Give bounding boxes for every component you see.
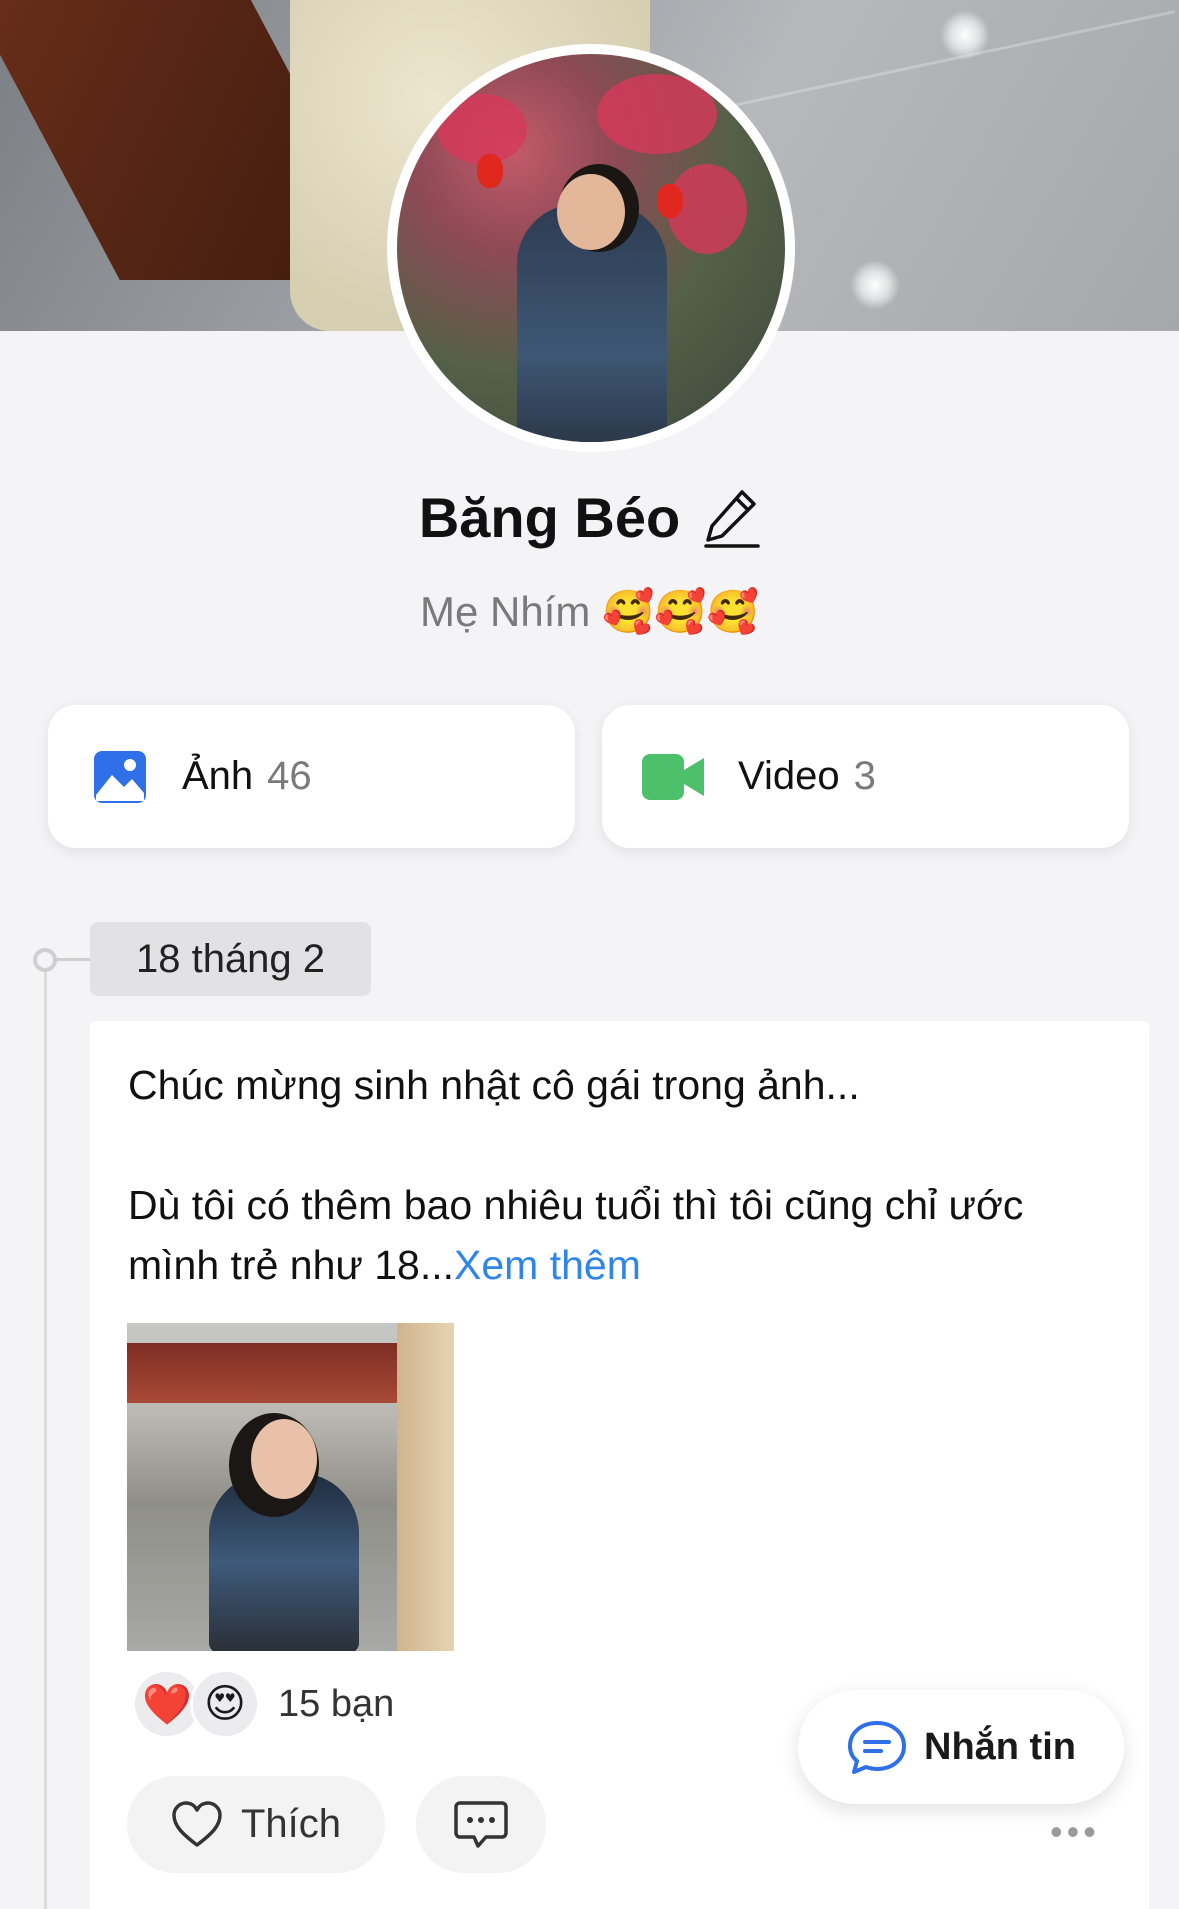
- timeline-date: 18 tháng 2: [90, 922, 371, 996]
- cover-light-reflection: [850, 260, 900, 310]
- post-text-gap: [128, 1115, 1128, 1175]
- post-text-line: Chúc mừng sinh nhật cô gái trong ảnh...: [128, 1062, 860, 1108]
- timeline-connector: [57, 958, 91, 961]
- see-more-link[interactable]: Xem thêm: [454, 1242, 641, 1288]
- post-image-person-head: [251, 1419, 317, 1499]
- like-label: Thích: [240, 1802, 342, 1846]
- reactions-summary[interactable]: ❤️ 😍 15 bạn: [132, 1669, 394, 1739]
- post-text-line: Dù tôi có thêm bao nhiêu tuổi thì tôi cũ…: [128, 1182, 1024, 1228]
- post-image-person: [209, 1473, 359, 1651]
- chat-bubble-icon: [848, 1721, 906, 1774]
- videos-count: 3: [853, 754, 876, 798]
- wall-decoration: [397, 1323, 454, 1651]
- post-text-line: mình trẻ như 18...Xem thêm: [128, 1235, 1128, 1295]
- timeline-line: [44, 972, 47, 1909]
- reaction-count: 15 bạn: [278, 1682, 395, 1725]
- lantern-decoration: [657, 184, 683, 218]
- temple-roof-decoration: [127, 1343, 407, 1403]
- comment-icon: [454, 1800, 508, 1848]
- edit-name-button[interactable]: [704, 480, 760, 555]
- timeline-dot: [33, 948, 57, 972]
- video-camera-icon: [642, 753, 704, 800]
- like-button[interactable]: Thích: [127, 1776, 385, 1873]
- post-text[interactable]: Chúc mừng sinh nhật cô gái trong ảnh... …: [128, 1055, 1128, 1295]
- heart-eyes-reaction-icon: 😍: [190, 1669, 260, 1739]
- profile-bio: Mẹ Nhím 🥰🥰🥰: [420, 588, 759, 635]
- profile-name: Băng Béo: [418, 486, 681, 549]
- photos-card[interactable]: Ảnh 46: [48, 705, 575, 848]
- profile-name-row: Băng Béo: [0, 480, 1179, 555]
- photo-icon: [94, 750, 146, 803]
- message-label: Nhắn tin: [924, 1725, 1076, 1768]
- videos-label: Video: [738, 754, 840, 798]
- post-text-line-content: mình trẻ như 18...: [128, 1242, 454, 1288]
- more-options-button[interactable]: •••: [1050, 1811, 1100, 1853]
- avatar-photo: [397, 54, 785, 442]
- photos-count: 46: [267, 754, 312, 798]
- videos-card[interactable]: Video 3: [602, 705, 1129, 848]
- post-image[interactable]: [127, 1323, 454, 1651]
- avatar[interactable]: [387, 44, 795, 452]
- heart-icon: [172, 1800, 222, 1847]
- cover-light-reflection: [940, 10, 990, 60]
- cover-marble-vein: [704, 10, 1176, 113]
- pencil-icon: [704, 490, 760, 548]
- blossom-decoration: [437, 94, 527, 164]
- photos-label: Ảnh: [182, 754, 254, 798]
- avatar-person-head: [557, 174, 625, 250]
- comment-button[interactable]: [416, 1776, 546, 1873]
- message-button[interactable]: Nhắn tin: [798, 1690, 1124, 1804]
- lantern-decoration: [477, 154, 503, 188]
- blossom-decoration: [597, 74, 717, 154]
